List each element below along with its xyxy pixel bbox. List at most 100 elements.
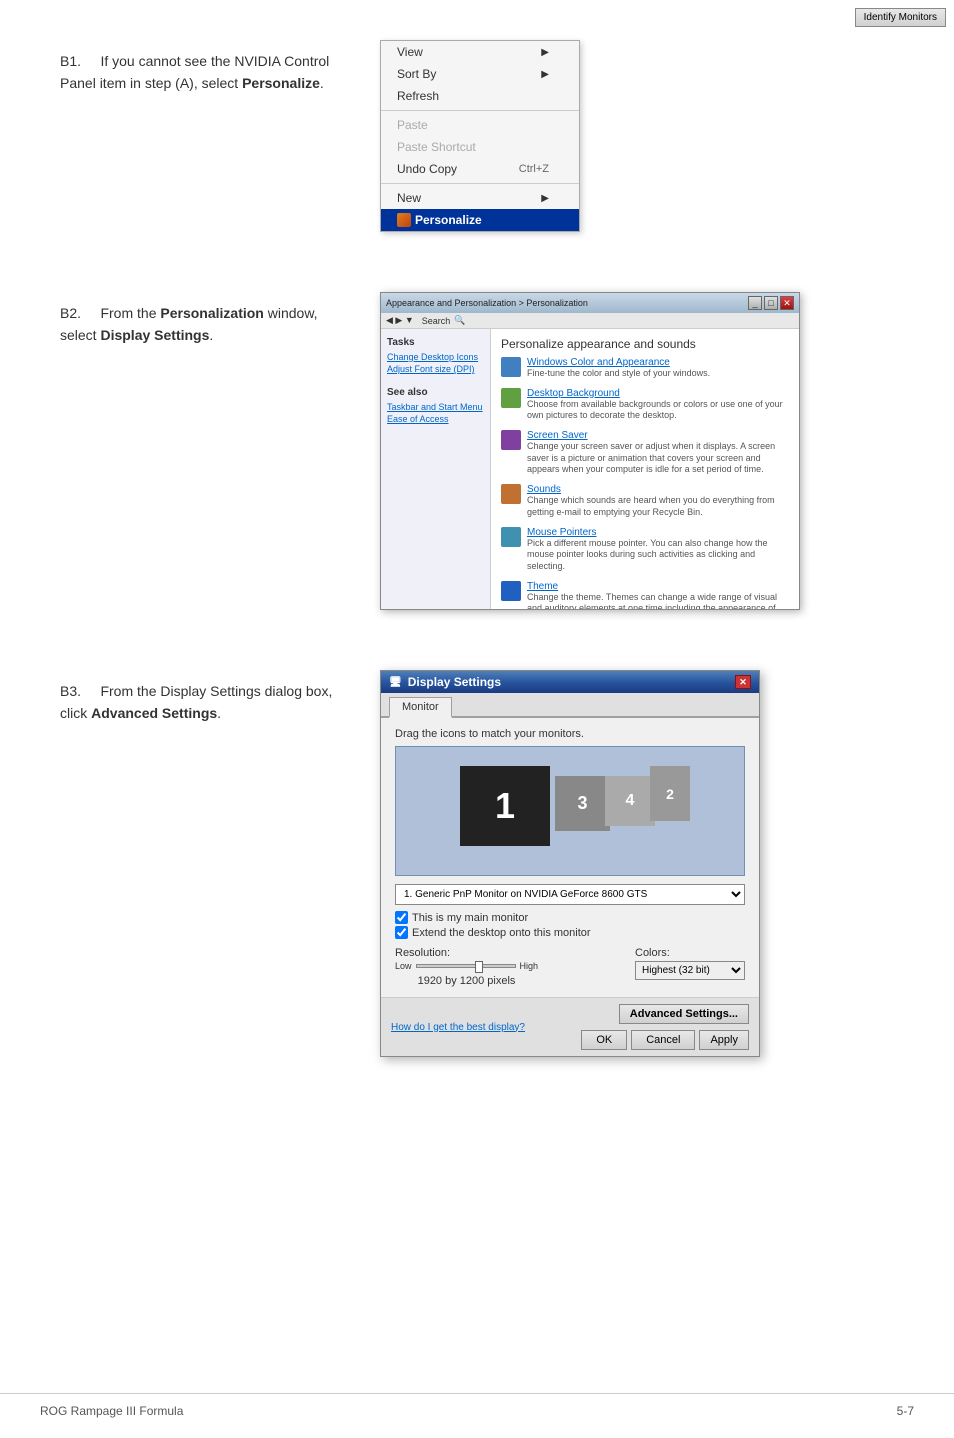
- colors-section: Colors: Highest (32 bit): [635, 947, 745, 980]
- monitor-select[interactable]: 1. Generic PnP Monitor on NVIDIA GeForce…: [395, 884, 745, 905]
- persona-item-3: Sounds Change which sounds are heard whe…: [501, 484, 789, 518]
- menu-item-sortby[interactable]: Sort By ▶: [381, 63, 579, 85]
- menu-item-refresh[interactable]: Refresh: [381, 85, 579, 107]
- colors-label: Colors:: [635, 947, 745, 959]
- page-content: B1. If you cannot see the NVIDIA Control…: [0, 0, 954, 1157]
- monitor-2[interactable]: 2: [650, 766, 690, 821]
- b3-text-after: .: [217, 705, 221, 721]
- identify-monitors-btn[interactable]: Identify Monitors: [855, 8, 946, 27]
- footer-product-name: ROG Rampage III Formula: [40, 1404, 183, 1418]
- desc-theme: Change the theme. Themes can change a wi…: [527, 592, 777, 609]
- mouse-icon: [501, 527, 521, 547]
- checkbox-main-monitor-input[interactable]: [395, 911, 408, 924]
- checkbox-main-monitor: This is my main monitor: [395, 911, 745, 924]
- menu-paste-shortcut-label: Paste Shortcut: [397, 140, 476, 154]
- persona-item-5: Theme Change the theme. Themes can chang…: [501, 581, 789, 609]
- window-title: Appearance and Personalization > Persona…: [386, 298, 588, 308]
- menu-item-undo-copy[interactable]: Undo Copy Ctrl+Z: [381, 158, 579, 180]
- link-theme[interactable]: Theme: [527, 581, 789, 592]
- close-btn[interactable]: ✕: [780, 296, 794, 310]
- menu-view-label: View: [397, 45, 423, 59]
- footer-page-number: 5-7: [897, 1404, 914, 1418]
- dialog-tabs: Monitor: [381, 693, 759, 718]
- slider-track[interactable]: [416, 964, 516, 968]
- menu-view-arrow: ▶: [541, 47, 549, 58]
- link-mouse[interactable]: Mouse Pointers: [527, 527, 789, 538]
- link-desktop-bg[interactable]: Desktop Background: [527, 388, 789, 399]
- sidebar-link-fontsize[interactable]: Adjust Font size (DPI): [387, 364, 484, 374]
- cancel-btn[interactable]: Cancel: [631, 1030, 695, 1050]
- monitor-1[interactable]: 1: [460, 766, 550, 846]
- b2-bold2: Display Settings: [100, 327, 209, 343]
- window-main: Personalize appearance and sounds Window…: [491, 329, 799, 609]
- menu-separator-2: [381, 183, 579, 184]
- monitor-display: 1 3 4 2: [450, 761, 690, 861]
- resolution-left: Resolution: Low High 1920 by 1200 pixels: [395, 947, 538, 987]
- link-sounds[interactable]: Sounds: [527, 484, 789, 495]
- menu-item-paste-shortcut[interactable]: Paste Shortcut: [381, 136, 579, 158]
- link-screen-saver[interactable]: Screen Saver: [527, 430, 789, 441]
- ok-btn[interactable]: OK: [581, 1030, 627, 1050]
- advanced-settings-btn[interactable]: Advanced Settings...: [619, 1004, 749, 1024]
- menu-sortby-arrow: ▶: [541, 69, 549, 80]
- monitor-4[interactable]: 4: [605, 776, 655, 826]
- tasks-title: Tasks: [387, 337, 484, 348]
- pixel-text: 1920 by 1200 pixels: [395, 975, 538, 987]
- drag-instructions-row: Drag the icons to match your monitors. I…: [395, 728, 745, 740]
- window-body: Tasks Change Desktop Icons Adjust Font s…: [381, 329, 799, 609]
- colors-select[interactable]: Highest (32 bit): [635, 961, 745, 980]
- b2-text: B2. From the Personalization window, sel…: [60, 292, 340, 347]
- slider-thumb[interactable]: [475, 961, 483, 973]
- persona-item-1: Desktop Background Choose from available…: [501, 388, 789, 422]
- persona-item-4-text: Mouse Pointers Pick a different mouse po…: [527, 527, 789, 573]
- apply-btn[interactable]: Apply: [699, 1030, 749, 1050]
- menu-item-new[interactable]: New ▶: [381, 187, 579, 209]
- display-settings-dialog: 🖥 Display Settings ✕ Monitor Drag the ic…: [380, 670, 760, 1057]
- b1-bold: Personalize: [242, 75, 320, 91]
- menu-item-paste[interactable]: Paste: [381, 114, 579, 136]
- menu-undo-copy-shortcut: Ctrl+Z: [519, 163, 549, 175]
- sounds-icon: [501, 484, 521, 504]
- persona-item-3-text: Sounds Change which sounds are heard whe…: [527, 484, 789, 518]
- desc-desktop-bg: Choose from available backgrounds or col…: [527, 399, 783, 421]
- sidebar-link-taskbar[interactable]: Taskbar and Start Menu: [387, 402, 484, 412]
- desc-screen-saver: Change your screen saver or adjust when …: [527, 441, 775, 474]
- menu-new-arrow: ▶: [541, 193, 549, 204]
- slider-container: Low High: [395, 961, 538, 971]
- high-label: High: [520, 961, 539, 971]
- dialog-body: Drag the icons to match your monitors. I…: [381, 718, 759, 997]
- menu-refresh-label: Refresh: [397, 89, 439, 103]
- sidebar-link-ease[interactable]: Ease of Access: [387, 414, 484, 424]
- menu-item-view[interactable]: View ▶: [381, 41, 579, 63]
- desktop-bg-icon: [501, 388, 521, 408]
- monitor-3[interactable]: 3: [555, 776, 610, 831]
- sidebar-link-desktop-icons[interactable]: Change Desktop Icons: [387, 352, 484, 362]
- window-toolbar: ◀ ▶ ▼ Search 🔍: [381, 313, 799, 329]
- dialog-close-btn[interactable]: ✕: [735, 675, 751, 689]
- window-sidebar: Tasks Change Desktop Icons Adjust Font s…: [381, 329, 491, 609]
- resolution-label: Resolution:: [395, 947, 538, 959]
- checkbox-extend-desktop: Extend the desktop onto this monitor: [395, 926, 745, 939]
- monitor-area: 1 3 4 2: [395, 746, 745, 876]
- section-b1: B1. If you cannot see the NVIDIA Control…: [60, 40, 894, 232]
- best-display-link[interactable]: How do I get the best display?: [391, 1022, 525, 1033]
- b3-bold: Advanced Settings: [91, 705, 217, 721]
- persona-item-0: Windows Color and Appearance Fine-tune t…: [501, 357, 789, 380]
- footer-buttons: OK Cancel Apply: [581, 1030, 749, 1050]
- drag-text: Drag the icons to match your monitors.: [395, 728, 584, 740]
- b2-step: B2.: [60, 305, 81, 321]
- persona-item-4: Mouse Pointers Pick a different mouse po…: [501, 527, 789, 573]
- color-appearance-icon: [501, 357, 521, 377]
- b2-text-before: From the: [100, 305, 160, 321]
- b1-text: B1. If you cannot see the NVIDIA Control…: [60, 40, 340, 95]
- menu-personalize-label: Personalize: [415, 213, 482, 227]
- search-icon[interactable]: 🔍: [454, 315, 465, 326]
- link-color-appearance[interactable]: Windows Color and Appearance: [527, 357, 710, 368]
- menu-item-personalize[interactable]: Personalize: [381, 209, 579, 231]
- toolbar-nav: ◀ ▶ ▼: [386, 315, 414, 326]
- checkbox-extend-desktop-input[interactable]: [395, 926, 408, 939]
- maximize-btn[interactable]: □: [764, 296, 778, 310]
- tab-monitor[interactable]: Monitor: [389, 697, 452, 718]
- minimize-btn[interactable]: _: [748, 296, 762, 310]
- desc-mouse: Pick a different mouse pointer. You can …: [527, 538, 768, 571]
